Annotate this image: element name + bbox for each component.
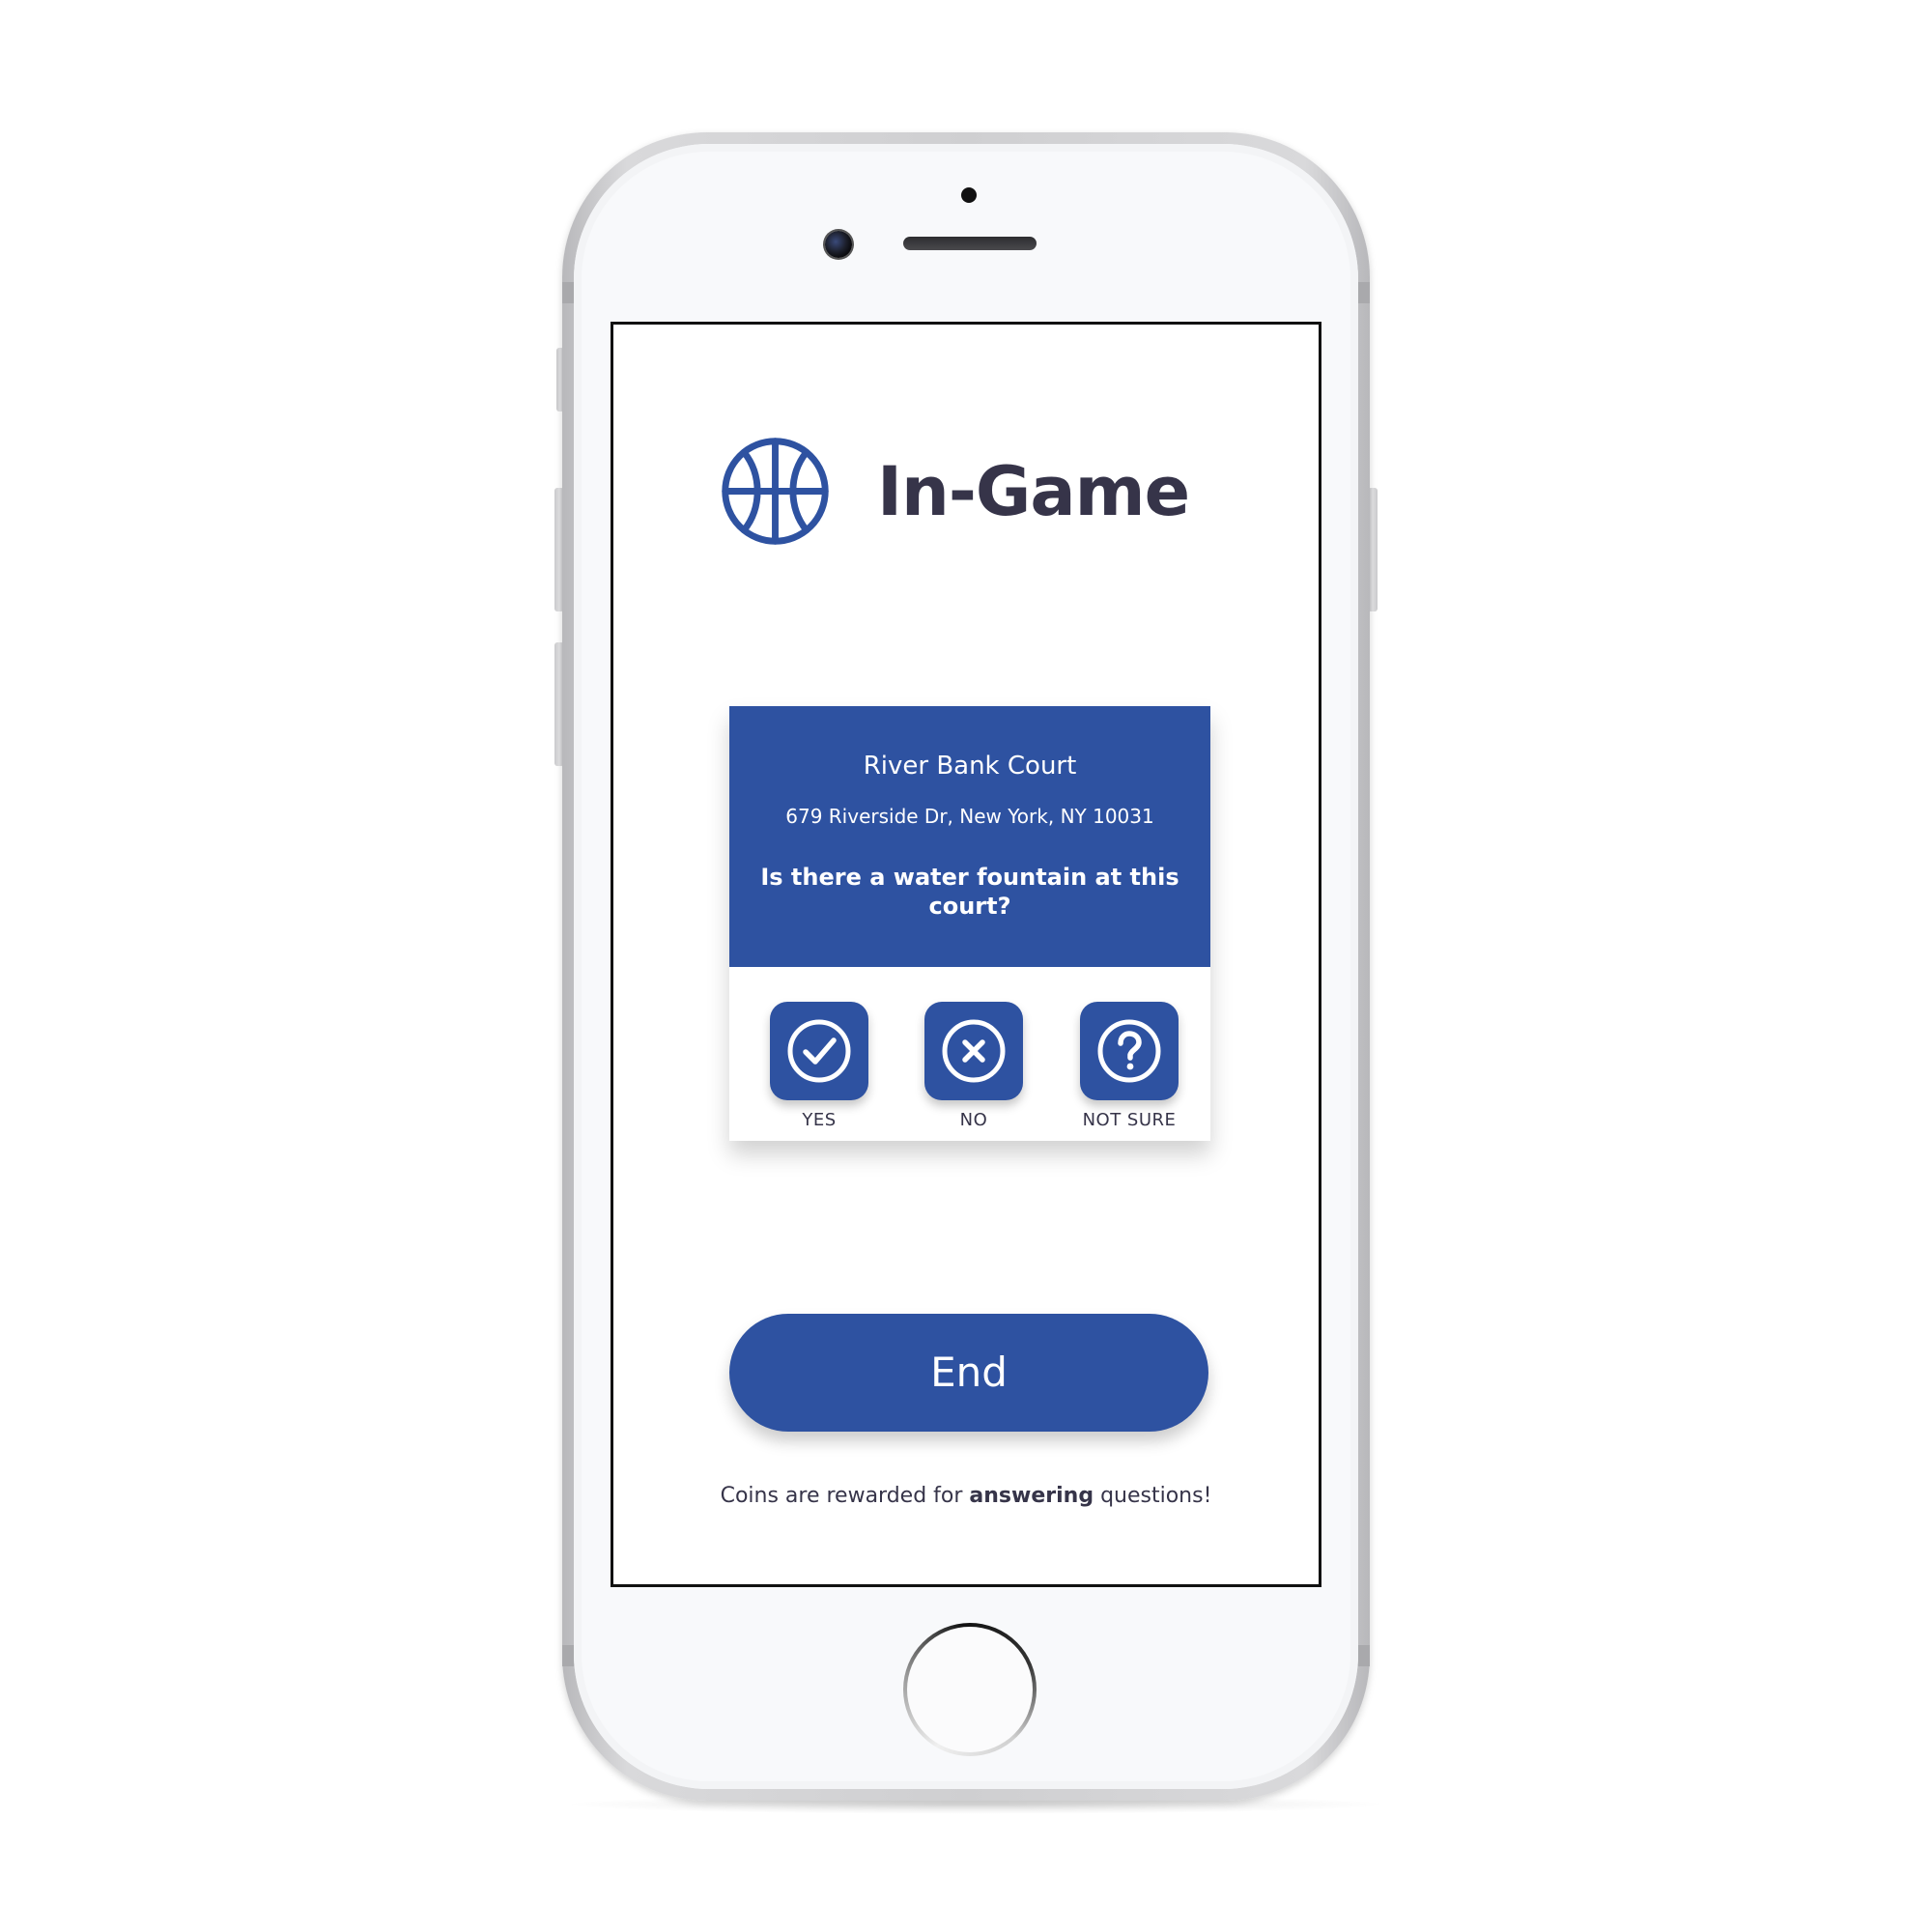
not-sure-label: NOT SURE — [1082, 1110, 1177, 1130]
antenna-band — [1358, 282, 1370, 303]
answer-no: NO — [906, 1002, 1041, 1130]
answer-yes: YES — [752, 1002, 887, 1130]
antenna-band — [562, 1645, 574, 1666]
no-button[interactable] — [924, 1002, 1023, 1100]
not-sure-button[interactable] — [1080, 1002, 1179, 1100]
yes-label: YES — [802, 1110, 837, 1130]
question-text: Is there a water fountain at this court? — [760, 864, 1179, 920]
coins-note-text-end: questions! — [1094, 1484, 1212, 1508]
no-label: NO — [959, 1110, 988, 1130]
coins-note-text: Coins are rewarded for — [720, 1484, 970, 1508]
answer-not-sure: NOT SURE — [1062, 1002, 1197, 1130]
app-title: In-Game — [877, 451, 1190, 531]
question-circle-icon — [1097, 1019, 1161, 1083]
phone-screen: In-Game River Bank Court 679 Riverside D… — [611, 322, 1321, 1587]
basketball-icon — [722, 438, 829, 545]
mockup-stage: In-Game River Bank Court 679 Riverside D… — [0, 0, 1932, 1932]
end-button[interactable]: End — [729, 1314, 1208, 1432]
app-header: In-Game — [720, 436, 1190, 547]
antenna-band — [1358, 1645, 1370, 1666]
coins-note: Coins are rewarded for answering questio… — [613, 1484, 1319, 1508]
proximity-sensor — [961, 187, 977, 203]
court-name: River Bank Court — [863, 752, 1077, 781]
yes-button[interactable] — [770, 1002, 868, 1100]
front-camera — [825, 231, 852, 258]
x-circle-icon — [942, 1019, 1006, 1083]
question-card: River Bank Court 679 Riverside Dr, New Y… — [729, 706, 1210, 1141]
coins-note-emphasis: answering — [969, 1484, 1094, 1508]
earpiece-speaker — [903, 237, 1037, 250]
check-circle-icon — [787, 1019, 851, 1083]
antenna-band — [562, 282, 574, 303]
home-button[interactable] — [903, 1623, 1037, 1756]
question-card-header: River Bank Court 679 Riverside Dr, New Y… — [729, 706, 1210, 967]
court-address: 679 Riverside Dr, New York, NY 10031 — [785, 805, 1154, 828]
